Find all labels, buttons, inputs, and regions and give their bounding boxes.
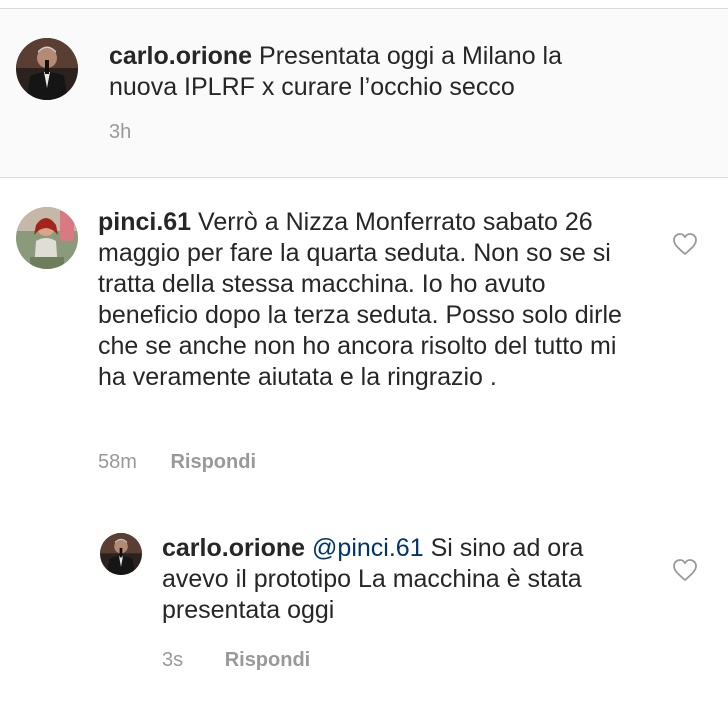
reply-meta: 3s Rispondi <box>162 649 310 672</box>
caption-timestamp: 3h <box>109 121 132 143</box>
caption-avatar[interactable] <box>16 38 78 100</box>
comment-meta: 58m Rispondi <box>98 451 256 474</box>
reply-reply-button[interactable]: Rispondi <box>225 649 311 671</box>
profile-photo-icon <box>16 207 78 269</box>
reply-avatar[interactable] <box>100 533 142 575</box>
heart-outline-icon <box>673 233 697 255</box>
caption-divider <box>0 177 728 178</box>
caption-username[interactable]: carlo.orione <box>109 42 252 70</box>
comment-username[interactable]: pinci.61 <box>98 208 191 236</box>
reply-mention-link[interactable]: @pinci.61 <box>312 534 424 562</box>
comment-reply-button[interactable]: Rispondi <box>170 451 256 473</box>
profile-photo-icon <box>100 533 142 575</box>
caption-text-block: carlo.orione Presentata oggi a Milano la… <box>109 41 629 103</box>
reply-like-button[interactable] <box>672 558 698 582</box>
comments-view: carlo.orione Presentata oggi a Milano la… <box>0 0 728 727</box>
reply-timestamp: 3s <box>162 649 184 671</box>
comment-avatar[interactable] <box>16 207 78 269</box>
heart-outline-icon <box>673 559 697 581</box>
comment-like-button[interactable] <box>672 232 698 256</box>
reply-text-block: carlo.orione @pinci.61 Si sino ad ora av… <box>162 533 646 626</box>
reply-username[interactable]: carlo.orione <box>162 534 305 562</box>
comment-text-block: pinci.61 Verrò a Nizza Monferrato sabato… <box>98 207 646 393</box>
comment-timestamp: 58m <box>98 451 137 473</box>
profile-photo-icon <box>16 38 78 100</box>
